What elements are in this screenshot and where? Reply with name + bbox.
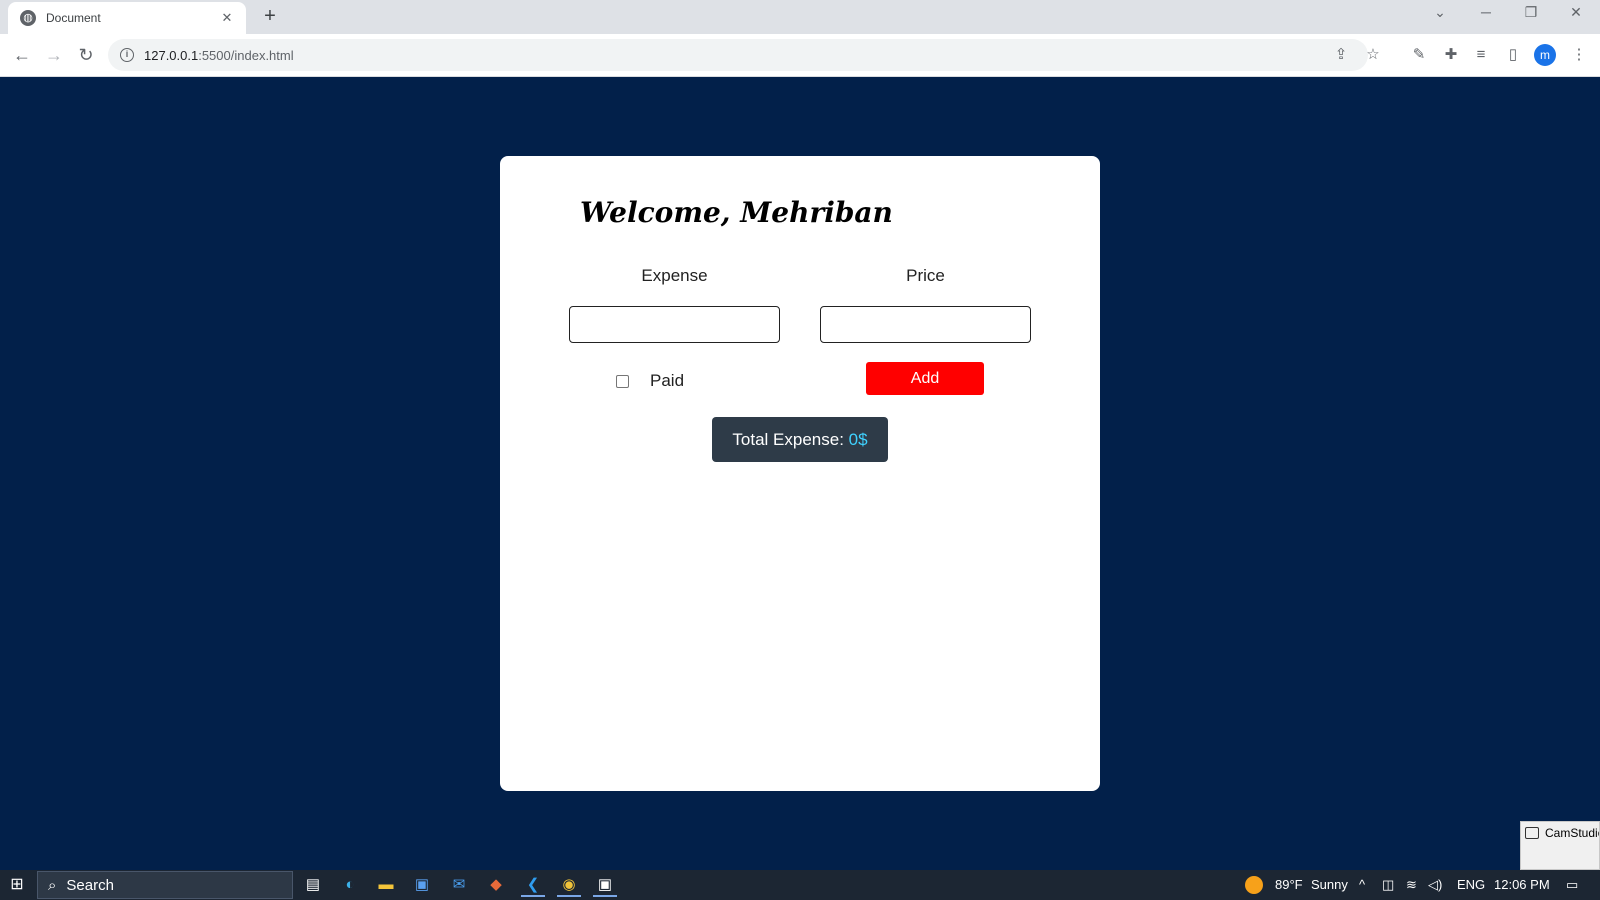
- back-arrow-icon[interactable]: ←: [10, 43, 34, 67]
- page-viewport: Welcome, Mehriban Expense Price Paid Add…: [0, 77, 1600, 870]
- camstudio-icon: [1525, 827, 1539, 839]
- language-indicator[interactable]: ENG: [1457, 877, 1485, 892]
- url-host: 127.0.0.1: [144, 47, 199, 63]
- weather-sun-icon[interactable]: [1245, 876, 1263, 894]
- expense-card: Welcome, Mehriban Expense Price Paid Add…: [500, 156, 1100, 791]
- expense-input[interactable]: [569, 306, 780, 343]
- tab-title: Document: [46, 11, 101, 25]
- eyedropper-extension-icon[interactable]: ✎: [1408, 44, 1430, 66]
- chrome-icon[interactable]: ◉: [557, 873, 581, 897]
- weather-desc[interactable]: Sunny: [1311, 877, 1348, 892]
- price-label: Price: [906, 266, 945, 285]
- new-tab-button[interactable]: +: [258, 5, 282, 29]
- taskbar-search-label: Search: [66, 876, 114, 894]
- camstudio-taskbar-icon[interactable]: ▣: [593, 873, 617, 897]
- reload-icon[interactable]: ↻: [74, 43, 98, 67]
- browser-tab-strip: ◍ Document ✕ + ⌄ ─ ❐ ✕: [0, 0, 1600, 34]
- forward-arrow-icon[interactable]: →: [42, 43, 66, 67]
- vscode-icon[interactable]: ❮: [521, 873, 545, 897]
- globe-icon: ◍: [20, 10, 36, 26]
- media-queue-icon[interactable]: ≡: [1470, 44, 1492, 66]
- camstudio-window[interactable]: CamStudio: [1520, 821, 1600, 870]
- total-expense-label: Total Expense:: [732, 430, 849, 449]
- taskbar-search[interactable]: ⌕ Search: [37, 871, 293, 899]
- site-info-icon[interactable]: i: [120, 48, 134, 62]
- paid-label: Paid: [650, 371, 685, 390]
- clock-time[interactable]: 12:06 PM: [1494, 877, 1550, 892]
- bookmark-star-icon[interactable]: ☆: [1362, 44, 1384, 66]
- price-input[interactable]: [820, 306, 1031, 343]
- share-icon[interactable]: ⇪: [1330, 44, 1352, 66]
- extensions-puzzle-icon[interactable]: ✚: [1440, 44, 1462, 66]
- paid-option[interactable]: Paid: [616, 371, 684, 391]
- total-expense-amount: 0$: [848, 430, 868, 449]
- notifications-icon[interactable]: ▭: [1566, 877, 1578, 893]
- weather-temp[interactable]: 89°F: [1275, 877, 1303, 892]
- meet-now-icon[interactable]: ◫: [1382, 877, 1394, 893]
- profile-avatar[interactable]: m: [1534, 44, 1556, 66]
- git-icon[interactable]: ◆: [484, 873, 508, 897]
- expense-label: Expense: [641, 266, 708, 285]
- total-expense-box: Total Expense: 0$: [712, 417, 888, 462]
- edge-browser-icon[interactable]: ◐: [338, 873, 362, 897]
- side-panel-icon[interactable]: ▯: [1502, 44, 1524, 66]
- address-bar[interactable]: i 127.0.0.1:5500/index.html: [108, 39, 1368, 71]
- search-icon: ⌕: [48, 876, 57, 894]
- browser-toolbar: ← → ↻ i 127.0.0.1:5500/index.html ⇪ ☆ ✎ …: [0, 34, 1600, 77]
- kebab-menu-icon[interactable]: ⋮: [1568, 44, 1590, 66]
- mail-icon[interactable]: ✉: [447, 873, 471, 897]
- url-text[interactable]: 127.0.0.1:5500/index.html: [144, 48, 294, 63]
- windows-taskbar: ⊞ ⌕ Search ▤ ◐ ▬ ▣ ✉ ◆ ❮ ◉ ▣ 89°F Sunny …: [0, 870, 1600, 900]
- add-button[interactable]: Add: [866, 362, 984, 395]
- browser-tab[interactable]: ◍ Document ✕: [8, 2, 246, 34]
- welcome-heading: Welcome, Mehriban: [580, 196, 893, 229]
- store-icon[interactable]: ▣: [410, 873, 434, 897]
- restore-icon[interactable]: ❐: [1519, 4, 1543, 21]
- paid-checkbox[interactable]: [616, 374, 629, 388]
- minimize-icon[interactable]: ─: [1474, 4, 1498, 20]
- close-tab-icon[interactable]: ✕: [218, 10, 236, 26]
- tab-search-chevron-icon[interactable]: ⌄: [1428, 4, 1452, 21]
- volume-icon[interactable]: ◁): [1428, 877, 1442, 893]
- tray-chevron-up-icon[interactable]: ^: [1359, 877, 1365, 892]
- wifi-icon[interactable]: ≋: [1406, 877, 1417, 893]
- file-explorer-icon[interactable]: ▬: [374, 873, 398, 897]
- url-path: :5500/index.html: [198, 47, 294, 63]
- window-close-icon[interactable]: ✕: [1564, 4, 1588, 21]
- task-view-icon[interactable]: ▤: [301, 873, 325, 897]
- windows-start-icon[interactable]: ⊞: [8, 876, 26, 894]
